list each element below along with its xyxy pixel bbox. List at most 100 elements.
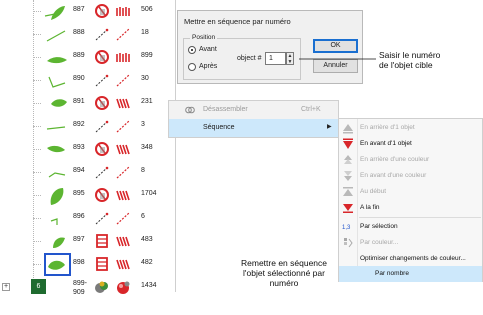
- submenu-item-by-color[interactable]: Par couleur...: [339, 235, 482, 251]
- object-number: 888: [73, 29, 85, 36]
- stepper-down-icon[interactable]: ▼: [287, 59, 293, 65]
- menu-item-ungroup-label: Désassembler: [203, 106, 248, 113]
- object-row[interactable]: 895 1704: [0, 184, 176, 208]
- stitch-count: 18: [141, 29, 149, 36]
- submenu-item-optimize-colors[interactable]: Optimiser changements de couleur...: [339, 251, 482, 267]
- object-number-stepper[interactable]: ▲ ▼: [286, 52, 294, 65]
- object-number: 897: [73, 236, 85, 243]
- submenu-item-by-color-label: Par couleur...: [360, 239, 399, 246]
- running-stitch-icon: [116, 74, 130, 87]
- triangle-up-icon: [343, 187, 353, 196]
- callout-target-line2: de l'objet cible: [379, 60, 433, 70]
- tree-connector: [33, 34, 41, 35]
- radio-before-label[interactable]: Avant: [199, 46, 217, 53]
- expand-toggle[interactable]: +: [2, 283, 10, 291]
- stitch-count: 506: [141, 6, 153, 13]
- leaf-shape-icon: [53, 237, 65, 248]
- thread-spool-icon: [95, 188, 109, 202]
- menu-item-sequence[interactable]: Séquence ▶: [169, 119, 338, 137]
- callout-reorder-line3: numéro: [269, 278, 299, 288]
- fill-stitch-icon: [116, 259, 130, 270]
- object-number: 890: [73, 75, 85, 82]
- tree-connector: [33, 172, 41, 173]
- triangle-up-icon: [344, 155, 352, 164]
- submenu-separator: [359, 217, 481, 218]
- thread-spool-icon: [95, 142, 109, 156]
- object-number: 893: [73, 144, 85, 151]
- stitch-count: 30: [141, 75, 149, 82]
- object-number-label: object #: [237, 55, 262, 62]
- thread-spool-icon: [96, 257, 108, 271]
- group-row[interactable]: + 6 899- 909 1434: [0, 276, 176, 300]
- object-row[interactable]: 887 506: [0, 0, 176, 24]
- submenu-item-by-selection-label: Par sélection: [360, 223, 398, 230]
- submenu-item-by-number[interactable]: Par nombre: [339, 266, 482, 282]
- fill-stitch-icon: [116, 144, 130, 155]
- svg-text:1,3: 1,3: [342, 225, 351, 231]
- object-row[interactable]: 896 6: [0, 207, 176, 231]
- line-shape-icon: [50, 218, 58, 225]
- object-row[interactable]: 890 30: [0, 69, 176, 93]
- menu-item-ungroup[interactable]: Désassembler Ctrl+K: [169, 101, 338, 119]
- submenu-item-back-color[interactable]: En arrière d'une couleur: [339, 152, 482, 168]
- submenu-item-forward-color-label: En avant d'une couleur: [360, 172, 427, 179]
- submenu-arrow-icon: ▶: [327, 124, 332, 130]
- fill-stitch-icon: [116, 98, 130, 109]
- object-row[interactable]: 893 348: [0, 138, 176, 162]
- running-stitch-icon: [95, 120, 109, 133]
- thread-spool-icon: [95, 4, 109, 18]
- callout-target: Saisir le numéro de l'objet cible: [379, 50, 440, 70]
- object-row-selected[interactable]: 898 482: [0, 253, 176, 277]
- running-stitch-icon: [116, 120, 130, 133]
- ok-button[interactable]: OK: [313, 39, 358, 53]
- stitch-count: 1434: [141, 282, 157, 289]
- thread-spool-icon: [96, 234, 108, 248]
- submenu-item-back-color-label: En arrière d'une couleur: [360, 156, 430, 163]
- object-row[interactable]: 888 18: [0, 23, 176, 47]
- range-start: 899-: [73, 280, 88, 287]
- submenu-item-by-selection[interactable]: 1,3 Par sélection: [339, 219, 482, 235]
- object-row[interactable]: 894 8: [0, 161, 176, 185]
- object-row[interactable]: 891 231: [0, 92, 176, 116]
- radio-after-label[interactable]: Après: [199, 63, 217, 70]
- thread-spool-icon: [95, 50, 109, 64]
- submenu-item-to-start[interactable]: Au début: [339, 184, 482, 200]
- tree-connector: [33, 195, 41, 196]
- object-number: 898: [73, 259, 85, 266]
- tree-connector: [33, 149, 41, 150]
- fill-stitch-icon: [116, 236, 130, 247]
- object-row[interactable]: 889 899: [0, 46, 176, 70]
- submenu-item-back-one[interactable]: En arrière d'1 objet: [339, 120, 482, 136]
- stitch-count: 348: [141, 144, 153, 151]
- tree-connector: [33, 11, 41, 12]
- satin-stitch-icon: [116, 7, 130, 16]
- object-list-panel[interactable]: 887 506 888 18 889 899 890 30 891 231 89…: [0, 0, 176, 296]
- object-number: 891: [73, 98, 85, 105]
- leaf-shape-icon: [44, 6, 65, 20]
- running-stitch-icon: [95, 28, 109, 41]
- submenu-item-to-end-label: A la fin: [360, 204, 380, 211]
- menu-item-sequence-label: Séquence: [203, 124, 235, 131]
- submenu-item-forward-one[interactable]: En avant d'1 objet: [339, 136, 482, 152]
- object-number: 894: [73, 167, 85, 174]
- position-legend: Position: [190, 34, 218, 41]
- submenu-item-optimize-colors-label: Optimiser changements de couleur...: [360, 255, 466, 262]
- ball-icon: [117, 281, 130, 294]
- tree-connector: [33, 103, 41, 104]
- submenu-item-forward-color[interactable]: En avant d'une couleur: [339, 168, 482, 184]
- callout-reorder: Remettre en séquence l'objet sélectionné…: [220, 258, 348, 288]
- radio-after[interactable]: [188, 63, 196, 71]
- object-number-input[interactable]: 1: [265, 52, 286, 65]
- object-row[interactable]: 897 483: [0, 230, 176, 254]
- object-row[interactable]: 892 3: [0, 115, 176, 139]
- object-number-range: 899- 909: [73, 279, 95, 297]
- submenu-item-to-end[interactable]: A la fin: [339, 200, 482, 216]
- callout-reorder-line2: l'objet sélectionné par: [243, 268, 325, 278]
- multi-color-icon: [95, 281, 108, 293]
- cancel-button[interactable]: Annuler: [313, 59, 358, 73]
- leaf-shape-icon: [47, 145, 65, 153]
- running-stitch-icon: [95, 166, 109, 179]
- radio-before[interactable]: [188, 46, 196, 54]
- triangle-up-icon: [343, 124, 353, 134]
- leaf-shape-icon: [50, 188, 64, 205]
